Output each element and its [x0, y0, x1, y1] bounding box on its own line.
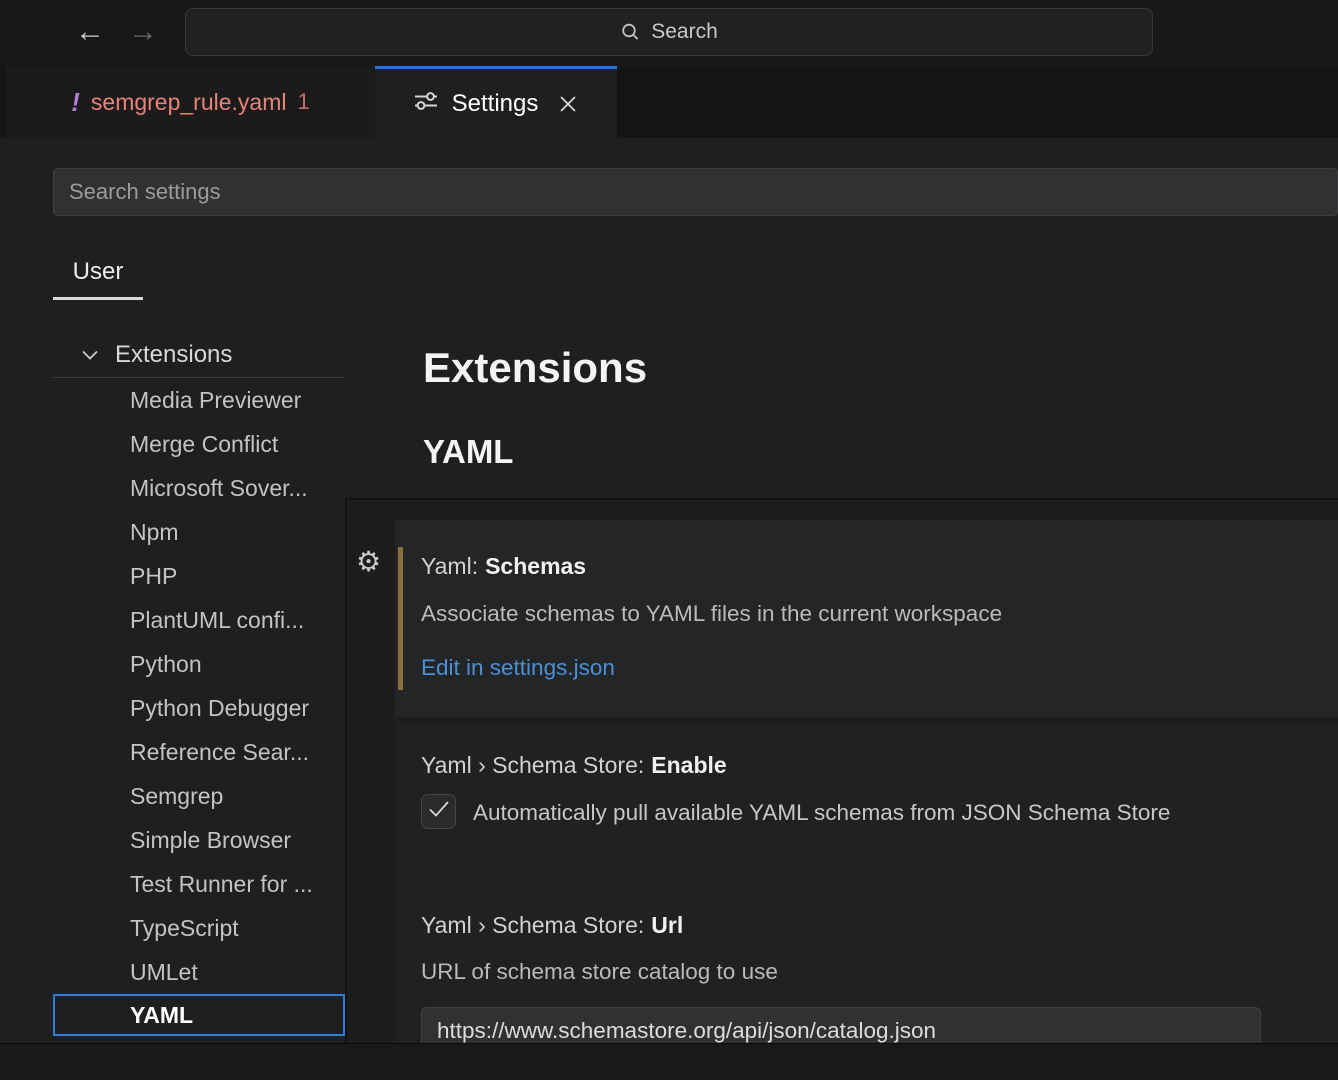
setting-category: Yaml › Schema Store: [421, 752, 644, 778]
editor-tab-bar: ! semgrep_rule.yaml 1 Settings [0, 66, 1338, 138]
toc-item-plantuml[interactable]: PlantUML confi... [53, 598, 345, 642]
tab-problem-count: 1 [298, 89, 310, 115]
gear-icon[interactable]: ⚙ [356, 545, 381, 578]
setting-description-schemas: Associate schemas to YAML files in the c… [421, 601, 1002, 627]
setting-name: Schemas [485, 553, 586, 579]
modified-setting-indicator [398, 547, 403, 690]
bottom-panel-strip [0, 1043, 1338, 1080]
section-title-yaml: YAML [423, 433, 513, 471]
setting-name: Url [651, 912, 683, 938]
tab-settings[interactable]: Settings [375, 66, 617, 138]
setting-name: Enable [651, 752, 726, 778]
toc-item-simple-browser[interactable]: Simple Browser [53, 818, 345, 862]
edit-in-settings-json-link[interactable]: Edit in settings.json [421, 655, 615, 681]
toc-list: Media Previewer Merge Conflict Microsoft… [53, 378, 345, 1036]
command-center-label: Search [651, 20, 718, 44]
settings-search-input[interactable] [53, 168, 1338, 216]
toc-group-extensions[interactable]: Extensions [53, 332, 345, 378]
toc-item-merge-conflict[interactable]: Merge Conflict [53, 422, 345, 466]
setting-category: Yaml › Schema Store: [421, 912, 644, 938]
toc-item-python-debugger[interactable]: Python Debugger [53, 686, 345, 730]
toc-item-media-previewer[interactable]: Media Previewer [53, 378, 345, 422]
toc-item-npm[interactable]: Npm [53, 510, 345, 554]
enable-checkbox-label[interactable]: Automatically pull available YAML schema… [473, 800, 1170, 826]
search-icon [620, 22, 641, 43]
settings-editor-window: ← → Search ! semgrep_rule.yaml 1 [0, 0, 1338, 1080]
close-icon[interactable] [557, 93, 579, 115]
toc-item-yaml[interactable]: YAML [53, 994, 345, 1036]
tab-settings-label: Settings [452, 90, 539, 118]
toc-group-label: Extensions [115, 341, 232, 369]
scope-tab-user[interactable]: User [53, 246, 143, 298]
setting-title-schemas: Yaml: Schemas [421, 553, 586, 580]
setting-title-schema-store-enable: Yaml › Schema Store: Enable [421, 752, 727, 779]
toc-item-typescript[interactable]: TypeScript [53, 906, 345, 950]
command-center-search[interactable]: Search [185, 8, 1153, 56]
toc-item-reference-search[interactable]: Reference Sear... [53, 730, 345, 774]
enable-checkbox[interactable] [421, 794, 456, 829]
toc-item-microsoft-sover[interactable]: Microsoft Sover... [53, 466, 345, 510]
toc-item-semgrep[interactable]: Semgrep [53, 774, 345, 818]
setting-title-schema-store-url: Yaml › Schema Store: Url [421, 912, 683, 939]
chevron-down-icon [80, 348, 100, 362]
scope-tab-active-underline [53, 297, 143, 300]
sliders-icon [413, 89, 439, 118]
toc-item-php[interactable]: PHP [53, 554, 345, 598]
toc-item-test-runner[interactable]: Test Runner for ... [53, 862, 345, 906]
title-bar: ← → Search [0, 0, 1338, 66]
setting-category: Yaml: [421, 553, 478, 579]
setting-description-url: URL of schema store catalog to use [421, 959, 778, 985]
toc-item-umlet[interactable]: UMLet [53, 950, 345, 994]
back-arrow-icon[interactable]: ← [70, 12, 110, 52]
checkmark-icon [428, 800, 450, 823]
tab-semgrep-rule-yaml[interactable]: ! semgrep_rule.yaml 1 [6, 66, 376, 138]
forward-arrow-icon[interactable]: → [123, 12, 163, 52]
toc-item-python[interactable]: Python [53, 642, 345, 686]
page-title-extensions: Extensions [423, 344, 647, 392]
tab-file-label: semgrep_rule.yaml [91, 89, 287, 116]
problem-icon: ! [71, 87, 80, 118]
